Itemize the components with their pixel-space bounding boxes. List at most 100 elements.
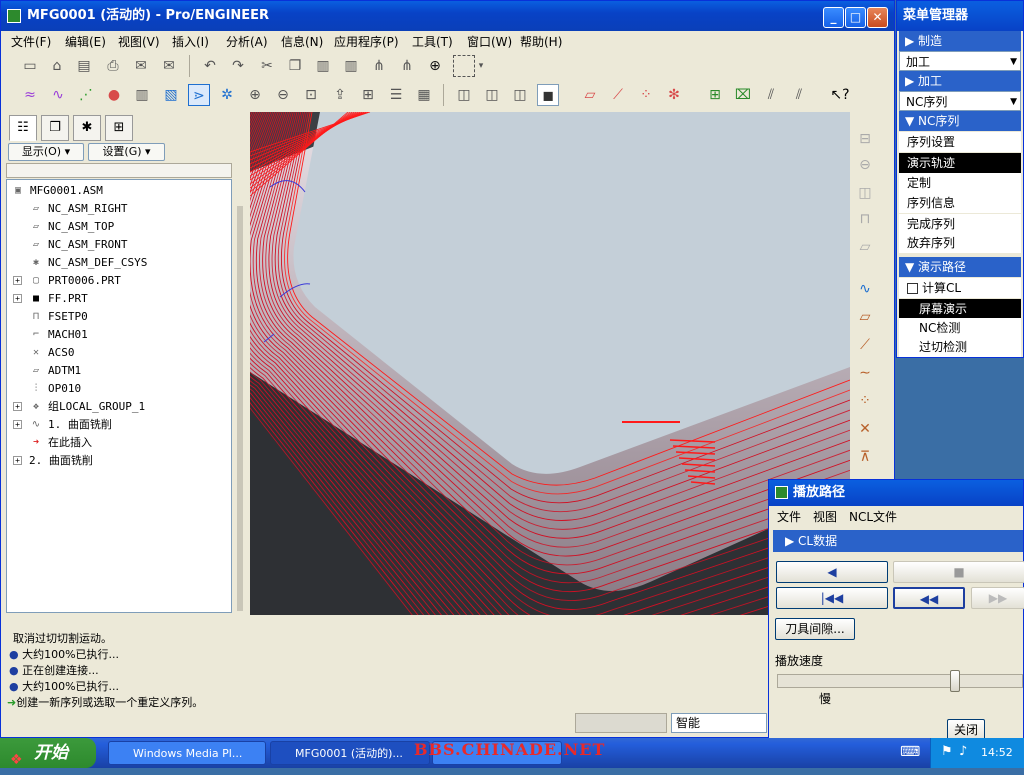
nc-sequence-select[interactable]: NC序列 ▼ [899, 91, 1021, 111]
axis-display-icon[interactable]: ⋰ [75, 84, 97, 106]
sketch-curve-icon[interactable]: ∿ [854, 278, 876, 300]
open-folder-icon[interactable]: ⌂ [46, 55, 68, 77]
layers-icon[interactable]: ☰ [385, 84, 407, 106]
menu-edit[interactable]: 编辑(E) [65, 33, 106, 50]
tab-favorites[interactable]: ✱ [73, 115, 101, 141]
menu-analysis[interactable]: 分析(A) [226, 33, 268, 50]
saved-views-icon[interactable]: ⊞ [357, 84, 379, 106]
coord-system-icon[interactable]: ✕ [854, 418, 876, 440]
zoom-out-icon[interactable]: ⊖ [272, 84, 294, 106]
curve-icon[interactable]: ∼ [854, 362, 876, 384]
fill-icon[interactable]: ▱ [854, 236, 876, 258]
save-icon[interactable]: ▤ [73, 55, 95, 77]
tree-item[interactable]: +2. 曲面铣削 [13, 452, 93, 470]
close-button[interactable]: ✕ [867, 7, 888, 28]
analysis-feature-icon[interactable]: ⊼ [854, 446, 876, 468]
regenerate-icon[interactable]: ⋔ [368, 55, 390, 77]
menu-header-make[interactable]: ▶ 制造 [899, 31, 1021, 51]
zoom-in-icon[interactable]: ⊕ [244, 84, 266, 106]
speed-slider-thumb[interactable] [950, 670, 960, 692]
extrude-icon[interactable]: ⊟ [854, 128, 876, 150]
step-back-button[interactable]: ◀◀ [893, 587, 965, 609]
tab-folder-browser[interactable]: ❐ [41, 115, 69, 141]
menu-item-nc-check[interactable]: NC检测 [899, 318, 1021, 338]
paste-special-icon[interactable]: ▥ [340, 55, 362, 77]
expand-toggle-icon[interactable]: + [13, 294, 22, 303]
fast-forward-button[interactable]: ▶▶ [971, 587, 1024, 609]
point-icon[interactable]: ⁘ [854, 390, 876, 412]
filter-select[interactable]: 智能 [671, 713, 767, 733]
menu-window[interactable]: 窗口(W) [467, 33, 512, 50]
play-backward-button[interactable]: ◀ [776, 561, 888, 583]
shading-icon[interactable]: ◼ [537, 84, 559, 106]
chevron-down-icon[interactable]: ▾ [475, 55, 487, 77]
wireframe-icon[interactable]: ◫ [453, 84, 475, 106]
menu-item-screen-play[interactable]: 屏幕演示 [899, 299, 1021, 319]
panel-splitter[interactable] [237, 206, 243, 611]
new-file-icon[interactable]: ▭ [19, 55, 41, 77]
taskbar-item-proe[interactable]: MFG0001 (活动的)... [270, 741, 430, 765]
tree-item[interactable]: + ∿ 1. 曲面铣削 [13, 416, 112, 434]
menu-header-machining[interactable]: ▶ 加工 [899, 71, 1021, 91]
tree-item[interactable]: + ■ FF.PRT [13, 290, 88, 308]
menu-header-play-path[interactable]: ▼ 演示路径 [899, 257, 1021, 277]
menu-item-seq-info[interactable]: 序列信息 [899, 193, 1021, 213]
menu-item-seq-setup[interactable]: 序列设置 [899, 132, 1021, 152]
volume-icon[interactable]: ♪ [959, 744, 967, 759]
maximize-button[interactable]: □ [845, 7, 866, 28]
datum-points-icon[interactable]: ⋗ [188, 84, 210, 106]
tree-item[interactable]: + ▢ PRT0006.PRT [13, 272, 121, 290]
menu-applications[interactable]: 应用程序(P) [334, 33, 399, 50]
rewind-to-start-button[interactable]: |◀◀ [776, 587, 888, 609]
tree-item[interactable]: ⌐ MACH01 [29, 326, 88, 344]
keyboard-icon[interactable]: ⌨ [900, 744, 920, 760]
color-appearance-icon[interactable]: ● [103, 84, 125, 106]
tree-item[interactable]: ▱ NC_ASM_RIGHT [29, 200, 128, 218]
tree-item[interactable]: ▱ NC_ASM_FRONT [29, 236, 128, 254]
tree-item[interactable]: + ❖ 组LOCAL_GROUP_1 [13, 398, 145, 416]
menu-header-nc-sequence[interactable]: ▼ NC序列 [899, 111, 1021, 131]
spin-center-icon[interactable]: ✲ [216, 84, 238, 106]
tree-item[interactable]: ⊓ FSETP0 [29, 308, 88, 326]
surface-display-icon[interactable]: ∿ [47, 84, 69, 106]
refit-icon[interactable]: ⊡ [300, 84, 322, 106]
menu-file[interactable]: 文件 [777, 508, 801, 525]
compute-cl-checkbox[interactable]: 计算CL [899, 278, 1021, 298]
sweep-icon[interactable]: ◫ [854, 182, 876, 204]
axis-icon[interactable]: ⟋ [854, 334, 876, 356]
undo-icon[interactable]: ↶ [199, 55, 221, 77]
revolve-icon[interactable]: ⊖ [854, 154, 876, 176]
speed-slider[interactable] [777, 670, 1023, 692]
start-button[interactable]: ❖ 开始 [0, 738, 96, 768]
regen-manager-icon[interactable]: ⋔ [396, 55, 418, 77]
print-icon[interactable]: ⎙ [102, 55, 124, 77]
cutting-tool-icon[interactable]: ⫽ [760, 84, 782, 106]
menu-item-done-seq[interactable]: 完成序列 [899, 214, 1021, 234]
tree-item[interactable]: ✕ ACS0 [29, 344, 75, 362]
expand-toggle-icon[interactable]: + [13, 276, 22, 285]
stop-button[interactable]: ■ [893, 561, 1024, 583]
menu-help[interactable]: 帮助(H) [520, 33, 562, 50]
expand-toggle-icon[interactable]: + [13, 456, 22, 465]
expand-toggle-icon[interactable]: + [13, 420, 22, 429]
copy-icon[interactable]: ❐ [284, 55, 306, 77]
search-binoculars-icon[interactable]: ⊕ [424, 55, 446, 77]
cut-icon[interactable]: ✂ [256, 55, 278, 77]
minimize-button[interactable]: _ [823, 7, 844, 28]
csys-toggle-icon[interactable]: ✻ [663, 84, 685, 106]
hidden-line-icon[interactable]: ◫ [481, 84, 503, 106]
tree-item[interactable]: ✱ NC_ASM_DEF_CSYS [29, 254, 147, 272]
redo-icon[interactable]: ↷ [227, 55, 249, 77]
menu-item-play-path[interactable]: 演示轨迹 [899, 153, 1021, 173]
tree-item[interactable]: ▣ MFG0001.ASM [11, 182, 103, 200]
send-link-icon[interactable]: ✉ [158, 55, 180, 77]
tree-item[interactable]: ▱ NC_ASM_TOP [29, 218, 114, 236]
blend-icon[interactable]: ⊓ [854, 208, 876, 230]
menu-view[interactable]: 视图(V) [118, 33, 160, 50]
workpiece-icon[interactable]: ⌧ [732, 84, 754, 106]
material-removal-icon[interactable]: ⫽ [788, 84, 810, 106]
taskbar-item-media-player[interactable]: Windows Media Pl... [108, 741, 266, 765]
datum-point-toggle-icon[interactable]: ⁘ [635, 84, 657, 106]
menu-ncl-file[interactable]: NCL文件 [849, 508, 897, 525]
paste-icon[interactable]: ▥ [312, 55, 334, 77]
